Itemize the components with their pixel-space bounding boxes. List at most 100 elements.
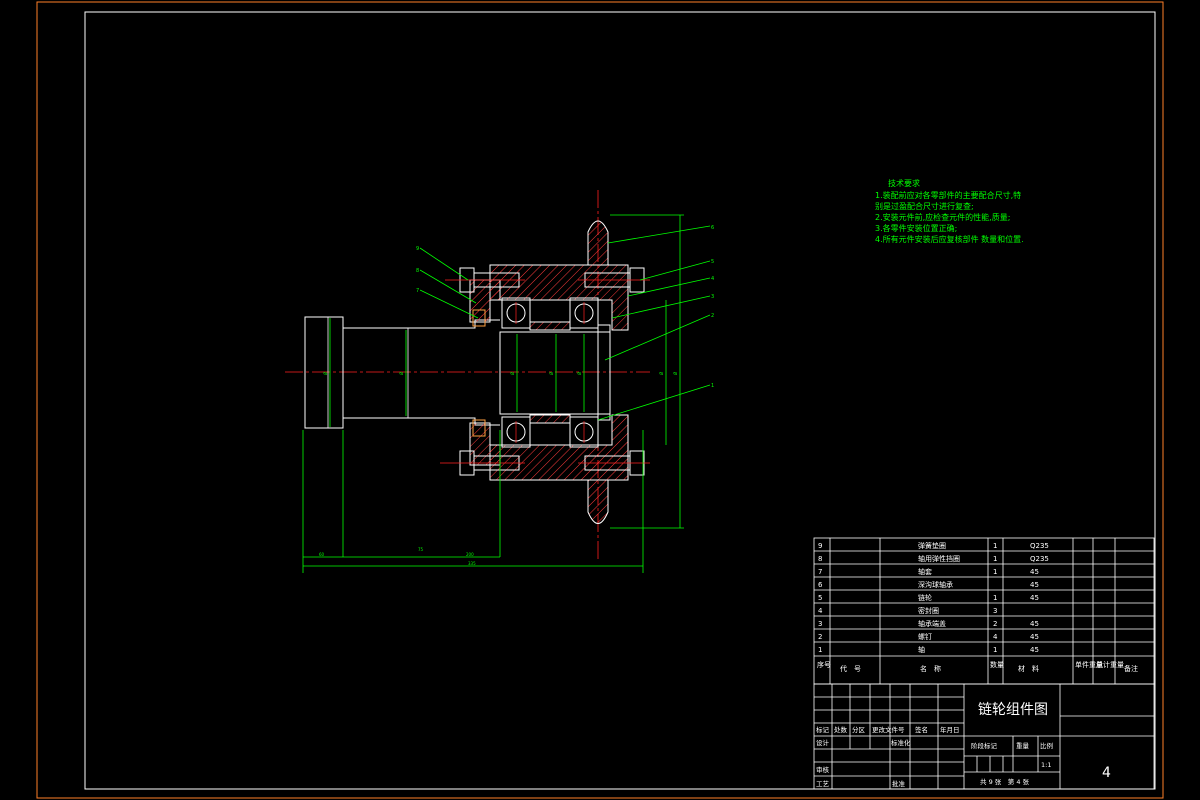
part-material: Q235 <box>1030 542 1049 550</box>
sprocket-tooth-lower <box>587 479 609 524</box>
title-block: 链轮组件图 标记 处数 分区 更改文件号 签名 年月日 设计 标准化 审核 工艺… <box>813 683 1155 790</box>
part-qty: 2 <box>993 620 997 628</box>
spacer-sleeve-upper <box>529 321 571 331</box>
tech-note-line-4: 3.各零件安装位置正确; <box>875 223 957 233</box>
tb-mark-1: 标记 <box>816 725 830 734</box>
tech-note-line-5: 4.所有元件安装后应复核部件 数量和位置. <box>875 234 1024 244</box>
balloon-right-3: 4 <box>711 276 714 282</box>
tb-stage-mark: 阶段标记 <box>971 741 998 750</box>
balloon-right-6: 1 <box>711 383 714 389</box>
part-qty: 4 <box>993 633 998 641</box>
dim-length-total: 335 <box>468 561 476 566</box>
tech-note-line-2: 别是过盈配合尺寸进行复查; <box>875 201 974 211</box>
parts-list-table: 9 弹簧垫圈 1 Q235 8 轴用弹性挡圈 1 Q235 7 轴套 1 45 6 深沟球轴承 45 5 链轮 1… <box>813 537 1155 685</box>
tech-note-line-1: 1.装配前应对各零部件的主要配合尺寸,特 <box>875 190 1021 200</box>
dim-left-diameter: Ø <box>323 372 328 375</box>
header-remark: 备注 <box>1124 664 1138 673</box>
part-material: 45 <box>1030 581 1039 589</box>
bearing-right-lower <box>569 416 599 448</box>
balloon-right-2: 5 <box>711 259 714 265</box>
balloon-labels: 9 8 7 6 5 4 3 2 1 <box>416 225 714 389</box>
part-no: 2 <box>818 633 822 641</box>
dim-length-third: 200 <box>466 552 474 557</box>
header-name: 名 称 <box>920 664 941 673</box>
tech-note-line-3: 2.安装元件前,应检查元件的性能,质量; <box>875 212 1010 222</box>
retaining-ring <box>597 324 611 421</box>
header-total-weight: 总计重量 <box>1096 660 1124 669</box>
part-name: 轴用弹性挡圈 <box>918 554 960 563</box>
balloon-left-3: 7 <box>416 288 419 294</box>
header-qty: 数量 <box>990 660 1004 669</box>
sheet-number: 4 <box>1102 765 1111 781</box>
outer-border <box>36 1 1164 799</box>
part-qty: 1 <box>993 542 997 550</box>
part-no: 9 <box>818 542 822 550</box>
part-material: 45 <box>1030 633 1039 641</box>
part-no: 6 <box>818 581 823 589</box>
part-no: 3 <box>818 620 822 628</box>
parts-rows: 9 弹簧垫圈 1 Q235 8 轴用弹性挡圈 1 Q235 7 轴套 1 45 6 深沟球轴承 45 5 链轮 1… <box>818 541 1049 654</box>
shaft-journal <box>499 331 611 415</box>
part-name: 轴 <box>918 645 925 654</box>
part-name: 弹簧垫圈 <box>918 541 946 550</box>
header-code: 代 号 <box>840 664 861 673</box>
dim-bore2: Ø <box>549 372 554 375</box>
part-material: Q235 <box>1030 555 1049 563</box>
part-no: 4 <box>818 607 823 615</box>
bearing-left-upper <box>501 297 531 329</box>
part-name: 轴承端盖 <box>918 619 946 628</box>
tb-sheets: 共 9 张 第 4 张 <box>980 777 1030 786</box>
tb-approve: 批准 <box>892 779 906 788</box>
part-name: 密封圈 <box>918 606 939 615</box>
dim-overall-height: Ø <box>673 372 678 375</box>
drawing-frame <box>84 11 1156 790</box>
balloon-left-2: 8 <box>416 268 419 274</box>
part-name: 链轮 <box>918 593 932 602</box>
part-qty: 1 <box>993 555 997 563</box>
part-qty: 3 <box>993 607 997 615</box>
tb-weight: 重量 <box>1016 742 1030 750</box>
tb-review: 审核 <box>816 765 830 774</box>
dim-length-second: 75 <box>418 547 424 552</box>
part-qty: 1 <box>993 568 997 576</box>
balloon-right-4: 3 <box>711 294 714 300</box>
part-no: 7 <box>818 568 822 576</box>
spacer-sleeve-lower <box>529 414 571 424</box>
tb-standardize: 标准化 <box>891 738 911 747</box>
part-qty: 1 <box>993 594 997 602</box>
tb-mark-2: 处数 <box>834 725 848 734</box>
dim-shaft-diameter: Ø <box>399 372 404 375</box>
part-no: 1 <box>818 646 822 654</box>
balloon-left-1: 9 <box>416 246 419 252</box>
part-no: 8 <box>818 555 822 563</box>
dim-bore1: Ø <box>510 372 515 375</box>
parts-table-header: 序号 代 号 名 称 数量 材 料 单件重量 总计重量 备注 <box>817 660 1138 673</box>
sprocket-tooth-upper <box>587 220 609 266</box>
part-name: 深沟球轴承 <box>918 580 953 589</box>
technical-notes: 技术要求 1.装配前应对各零部件的主要配合尺寸,特 别是过盈配合尺寸进行复查; … <box>875 178 1024 244</box>
part-no: 5 <box>818 594 822 602</box>
tb-mark-4: 更改文件号 <box>872 725 905 734</box>
part-name: 螺钉 <box>918 632 932 641</box>
tb-process: 工艺 <box>816 780 830 788</box>
bearing-left-lower <box>501 416 531 448</box>
dim-bore3: Ø <box>577 372 582 375</box>
header-material: 材 料 <box>1018 664 1039 673</box>
header-seq: 序号 <box>817 660 831 669</box>
part-qty: 1 <box>993 646 997 654</box>
balloon-right-5: 2 <box>711 313 714 319</box>
part-material: 45 <box>1030 646 1039 654</box>
tb-mark-6: 年月日 <box>940 725 960 734</box>
tb-design: 设计 <box>816 738 830 747</box>
tb-mark-5: 签名 <box>915 725 928 734</box>
tb-scale: 比例 <box>1040 741 1053 750</box>
part-material: 45 <box>1030 620 1039 628</box>
part-material: 45 <box>1030 568 1039 576</box>
tb-scale-value: 1:1 <box>1041 761 1051 769</box>
bearing-right-upper <box>569 297 599 329</box>
balloon-right-1: 6 <box>711 225 714 231</box>
drawing-title: 链轮组件图 <box>978 702 1048 718</box>
tech-notes-title: 技术要求 <box>888 178 920 188</box>
cad-drawing-canvas: Ø Ø Ø Ø Ø Ø Ø 60 75 200 335 9 8 7 6 5 4 … <box>36 1 1164 799</box>
part-name: 轴套 <box>918 567 932 576</box>
